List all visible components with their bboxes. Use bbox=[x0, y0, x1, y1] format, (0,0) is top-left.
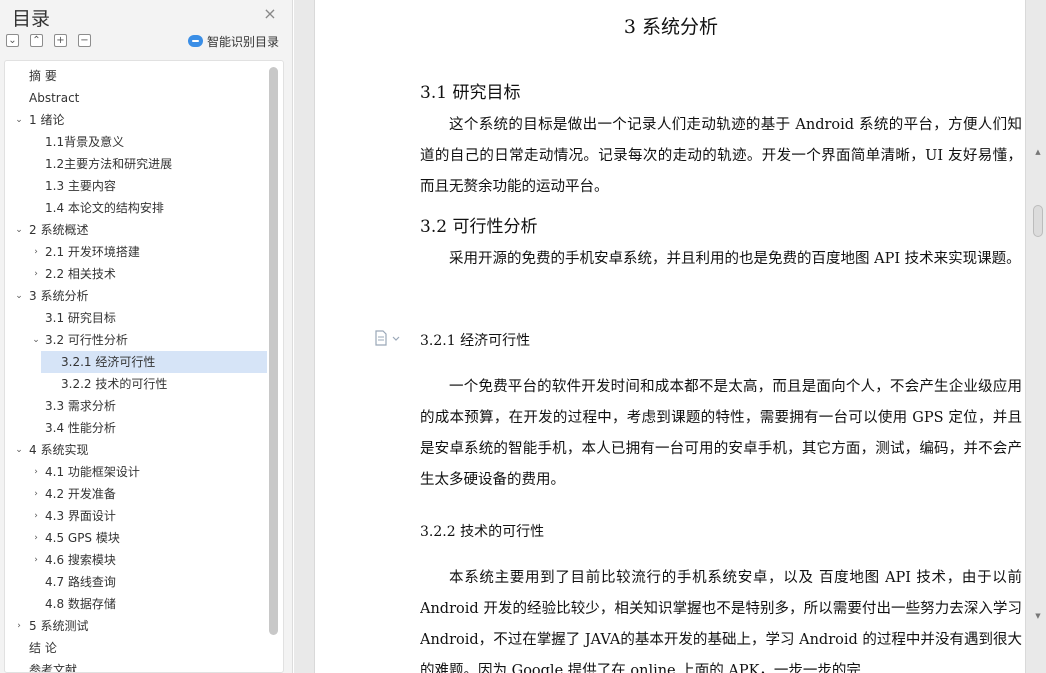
chevron-down-icon[interactable]: ⌄ bbox=[13, 439, 25, 461]
toc-item[interactable]: › 4.2 开发准备 bbox=[5, 483, 267, 505]
section-3-1-body: 这个系统的目标是做出一个记录人们走动轨迹的基于 Android 系统的平台，方便… bbox=[420, 117, 1022, 195]
toc-item[interactable]: 3.4 性能分析 bbox=[5, 417, 267, 439]
chevron-right-icon[interactable]: › bbox=[30, 241, 42, 263]
toc-panel: 摘 要 Abstract ⌄ 1 绪论 1.1背景及意义 1.2主要方法和研究进展 1.3 … bbox=[4, 60, 284, 673]
toc-item[interactable]: ⌄ 3 系统分析 bbox=[5, 285, 267, 307]
doc-scroll-up-icon[interactable]: ▲ bbox=[1033, 148, 1043, 156]
toc-item[interactable]: 结 论 bbox=[5, 637, 267, 659]
toc-item[interactable]: ⌄ 2 系统概述 bbox=[5, 219, 267, 241]
sidebar-title: 目录 bbox=[12, 8, 51, 30]
toc-item-label: 2.1 开发环境搭建 bbox=[45, 245, 140, 259]
toc-item-label: 3.2 可行性分析 bbox=[45, 333, 128, 347]
toc-item-label: 5 系统测试 bbox=[29, 619, 89, 633]
toc-item-label: 4.1 功能框架设计 bbox=[45, 465, 140, 479]
section-3-2-body: 采用开源的免费的手机安卓系统，并且利用的也是免费的百度地图 API 技术来实现课… bbox=[449, 251, 1021, 267]
chevron-right-icon[interactable]: › bbox=[30, 483, 42, 505]
toc-item[interactable]: 3.1 研究目标 bbox=[5, 307, 267, 329]
toc-item-label: 1.1背景及意义 bbox=[45, 135, 125, 149]
toc-item[interactable]: Abstract bbox=[5, 87, 267, 109]
expand-all-button[interactable]: ⌃ bbox=[30, 34, 43, 47]
toc-item-label: 2 系统概述 bbox=[29, 223, 89, 237]
toc-item-label: Abstract bbox=[29, 91, 80, 105]
toc-item-label: 4.6 搜索模块 bbox=[45, 553, 116, 567]
add-heading-button[interactable]: + bbox=[54, 34, 67, 47]
chevron-right-icon[interactable]: › bbox=[30, 527, 42, 549]
section-3-2-2-title: 3.2.2 技术的可行性 bbox=[420, 524, 545, 540]
toc-item[interactable]: › 4.5 GPS 模块 bbox=[5, 527, 267, 549]
document-area: 3 系统分析 3.1 研究目标 这个系统的目标是做出一个记录人们走动轨迹的基于 … bbox=[294, 0, 1046, 673]
toc-item-label: 3.3 需求分析 bbox=[45, 399, 116, 413]
smart-toc-button[interactable]: 智能识别目录 bbox=[188, 33, 279, 49]
toc-item[interactable]: 1.3 主要内容 bbox=[5, 175, 267, 197]
toc-item-label: 4.5 GPS 模块 bbox=[45, 531, 120, 545]
chevron-right-icon[interactable]: › bbox=[13, 615, 25, 637]
chapter-title: 3 系统分析 bbox=[623, 16, 719, 38]
toc-item[interactable]: 3.2.1 经济可行性 bbox=[41, 351, 267, 373]
toc-item[interactable]: 1.2主要方法和研究进展 bbox=[5, 153, 267, 175]
toc-item-label: 4.2 开发准备 bbox=[45, 487, 116, 501]
toc-item-label: 4.3 界面设计 bbox=[45, 509, 116, 523]
toc-sidebar: 目录 × ⌄ ⌃ + − 智能识别目录 摘 要 Abstract ⌄ 1 绪论 1.1背… bbox=[0, 0, 293, 673]
smart-toc-label: 智能识别目录 bbox=[207, 34, 280, 49]
toc-item-label: 3.2.1 经济可行性 bbox=[61, 355, 156, 369]
toc-item[interactable]: ⌄ 3.2 可行性分析 bbox=[5, 329, 267, 351]
toc-list: 摘 要 Abstract ⌄ 1 绪论 1.1背景及意义 1.2主要方法和研究进展 1.3 … bbox=[5, 65, 267, 673]
toc-item[interactable]: 1.4 本论文的结构安排 bbox=[5, 197, 267, 219]
toc-item-label: 3.1 研究目标 bbox=[45, 311, 116, 325]
toc-item[interactable]: 3.3 需求分析 bbox=[5, 395, 267, 417]
toc-item[interactable]: 摘 要 bbox=[5, 65, 267, 87]
chevron-right-icon[interactable]: › bbox=[30, 549, 42, 571]
document-page: 3 系统分析 3.1 研究目标 这个系统的目标是做出一个记录人们走动轨迹的基于 … bbox=[314, 0, 1026, 673]
toc-item[interactable]: 3.2.2 技术的可行性 bbox=[5, 373, 267, 395]
toc-item-label: 结 论 bbox=[29, 641, 57, 655]
toc-item-label: 1.2主要方法和研究进展 bbox=[45, 157, 173, 171]
toc-item-label: 2.2 相关技术 bbox=[45, 267, 116, 281]
section-3-1-title: 3.1 研究目标 bbox=[420, 83, 521, 103]
doc-scrollbar[interactable] bbox=[1033, 205, 1043, 237]
toc-item-label: 4 系统实现 bbox=[29, 443, 89, 457]
section-3-2-1-title: 3.2.1 经济可行性 bbox=[420, 333, 531, 349]
smart-toc-icon bbox=[188, 35, 203, 47]
toc-item-label: 3.4 性能分析 bbox=[45, 421, 116, 435]
chevron-right-icon[interactable]: › bbox=[30, 505, 42, 527]
toc-item[interactable]: ⌄ 4 系统实现 bbox=[5, 439, 267, 461]
doc-scroll-down-icon[interactable]: ▼ bbox=[1033, 612, 1043, 620]
section-3-2-1-body: 一个免费平台的软件开发时间和成本都不是太高，而且是面向个人，不会产生企业级应用的… bbox=[420, 379, 1022, 488]
close-icon[interactable]: × bbox=[262, 6, 278, 22]
toc-item-label: 1.4 本论文的结构安排 bbox=[45, 201, 164, 215]
toc-item[interactable]: 4.7 路线查询 bbox=[5, 571, 267, 593]
paragraph-menu-icon[interactable] bbox=[373, 330, 403, 346]
toc-item-label: 3.2.2 技术的可行性 bbox=[61, 377, 168, 391]
section-3-2-title: 3.2 可行性分析 bbox=[420, 217, 538, 237]
toc-item[interactable]: 4.8 数据存储 bbox=[5, 593, 267, 615]
toc-item[interactable]: ⌄ 1 绪论 bbox=[5, 109, 267, 131]
section-3-2-2-body: 本系统主要用到了目前比较流行的手机系统安卓，以及 百度地图 API 技术，由于以… bbox=[420, 570, 1022, 673]
toc-item[interactable]: › 4.3 界面设计 bbox=[5, 505, 267, 527]
toc-item-label: 摘 要 bbox=[29, 69, 57, 83]
chevron-right-icon[interactable]: › bbox=[30, 263, 42, 285]
chevron-down-icon[interactable]: ⌄ bbox=[13, 285, 25, 307]
toc-item-label: 1.3 主要内容 bbox=[45, 179, 116, 193]
toc-item[interactable]: 1.1背景及意义 bbox=[5, 131, 267, 153]
toc-item[interactable]: › 4.1 功能框架设计 bbox=[5, 461, 267, 483]
chevron-down-icon[interactable]: ⌄ bbox=[13, 109, 25, 131]
remove-heading-button[interactable]: − bbox=[78, 34, 91, 47]
toc-item-label: 3 系统分析 bbox=[29, 289, 89, 303]
toc-item-label: 参考文献 bbox=[29, 663, 78, 673]
toc-item[interactable]: › 2.1 开发环境搭建 bbox=[5, 241, 267, 263]
collapse-all-button[interactable]: ⌄ bbox=[6, 34, 19, 47]
toc-item-label: 4.8 数据存储 bbox=[45, 597, 116, 611]
toc-item-label: 1 绪论 bbox=[29, 113, 65, 127]
toc-item-label: 4.7 路线查询 bbox=[45, 575, 116, 589]
toc-item[interactable]: › 5 系统测试 bbox=[5, 615, 267, 637]
toc-item[interactable]: 参考文献 bbox=[5, 659, 267, 673]
toc-item[interactable]: › 4.6 搜索模块 bbox=[5, 549, 267, 571]
chevron-down-icon[interactable]: ⌄ bbox=[13, 219, 25, 241]
chevron-right-icon[interactable]: › bbox=[30, 461, 42, 483]
toc-scrollbar[interactable] bbox=[269, 67, 278, 635]
chevron-down-icon[interactable]: ⌄ bbox=[30, 329, 42, 351]
toc-item[interactable]: › 2.2 相关技术 bbox=[5, 263, 267, 285]
